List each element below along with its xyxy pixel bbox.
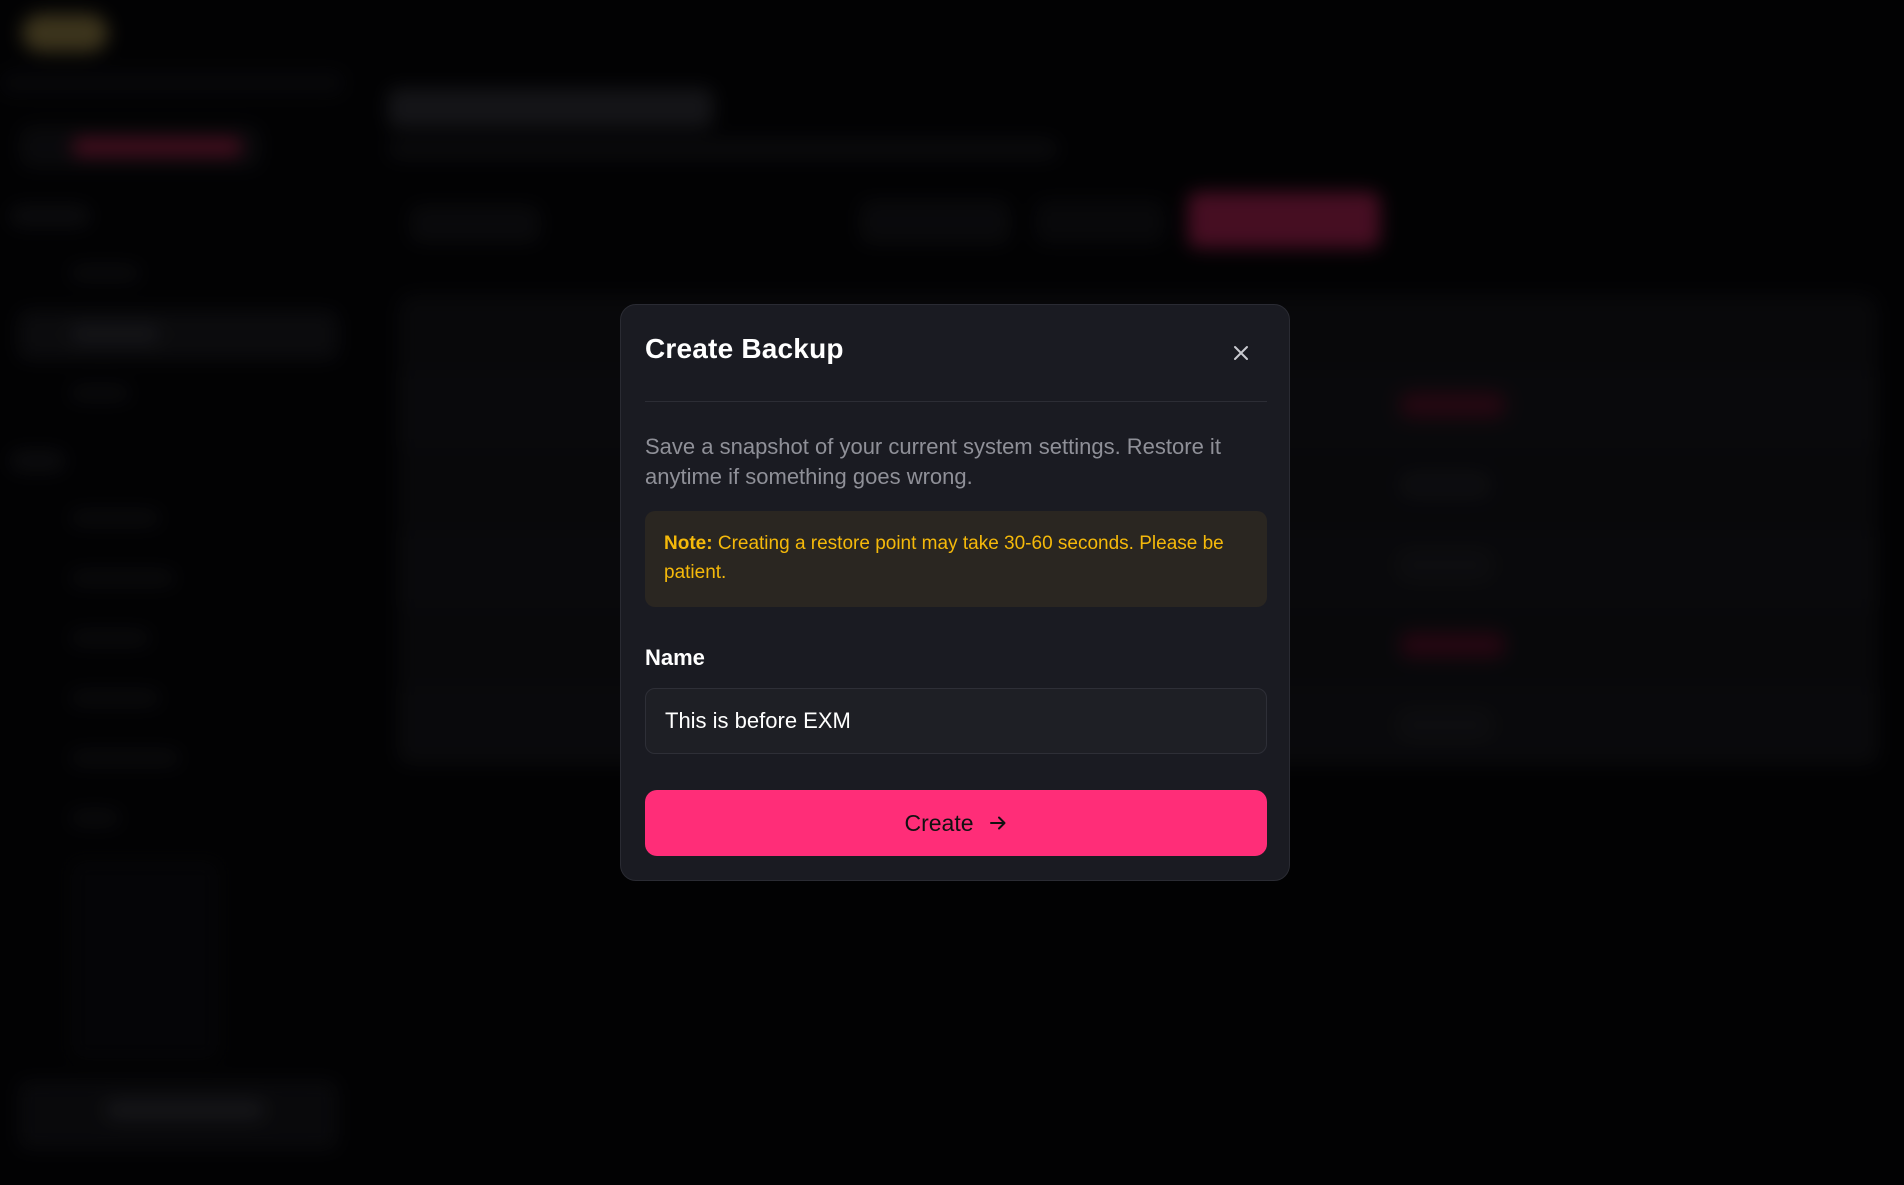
name-input[interactable] xyxy=(645,688,1267,754)
close-button[interactable] xyxy=(1223,335,1259,371)
dialog-description: Save a snapshot of your current system s… xyxy=(645,434,1221,489)
close-icon xyxy=(1234,346,1248,360)
create-label: Create xyxy=(904,809,974,836)
note-label: Note: xyxy=(664,533,713,554)
dialog-title: Create Backup xyxy=(645,333,844,364)
arrow-right-icon xyxy=(989,816,1006,830)
create-backup-dialog: Create Backup Save a snapshot of your cu… xyxy=(620,304,1290,881)
name-label: Name xyxy=(645,645,705,670)
create-button[interactable]: Create xyxy=(645,790,1267,856)
note-callout: Note: Creating a restore point may take … xyxy=(645,511,1267,607)
dialog-divider xyxy=(645,401,1267,402)
note-text: Creating a restore point may take 30-60 … xyxy=(664,533,1224,583)
